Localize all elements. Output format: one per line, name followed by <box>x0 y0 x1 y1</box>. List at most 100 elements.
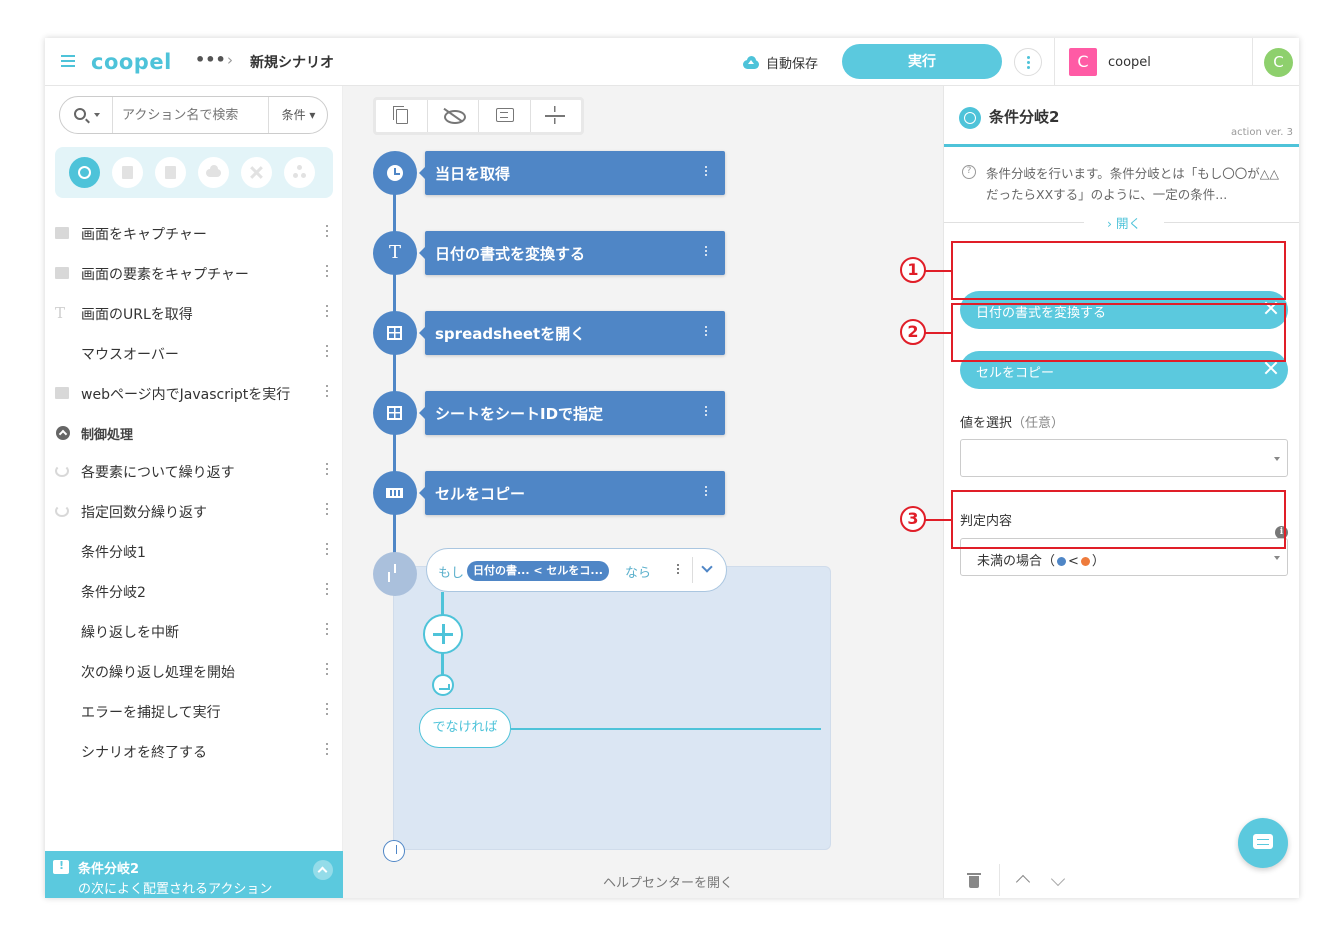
split-icon[interactable] <box>531 100 582 132</box>
tools-icon[interactable] <box>241 157 272 188</box>
list-item[interactable]: T 画面のURLを取得 <box>45 293 343 333</box>
excel-icon[interactable] <box>112 157 143 188</box>
more-icon[interactable] <box>326 543 329 557</box>
app-window: coopel ••• › 新規シナリオ 自動保存 実行 C coopel C 条… <box>45 38 1299 898</box>
action-label: 画面のURLを取得 <box>81 307 193 323</box>
more-icon[interactable] <box>326 305 329 319</box>
flow-node[interactable]: 当日を取得 <box>373 151 725 195</box>
list-item[interactable]: 次の繰り返し処理を開始 <box>45 651 343 691</box>
org-avatar[interactable]: C <box>1069 48 1097 76</box>
action-label: マウスオーバー <box>81 347 179 363</box>
trash-icon[interactable] <box>967 873 981 888</box>
flow-node[interactable]: spreadsheetを開く <box>373 311 725 355</box>
expand-description-link[interactable]: › 開く <box>1084 213 1164 232</box>
globe-icon <box>959 107 981 129</box>
flow-node[interactable]: セルをコピー <box>373 471 725 515</box>
more-icon[interactable] <box>326 583 329 597</box>
list-item[interactable]: シナリオを終了する <box>45 731 343 771</box>
globe-icon[interactable] <box>69 157 100 188</box>
list-item[interactable]: 条件分岐1 <box>45 531 343 571</box>
section-toggle-control[interactable]: 制御処理 <box>45 413 343 451</box>
node-box[interactable]: spreadsheetを開く <box>419 311 725 355</box>
cloud-icon[interactable] <box>198 157 229 188</box>
document-icon[interactable] <box>155 157 186 188</box>
spreadsheet-icon <box>387 326 402 340</box>
caret-down-icon <box>1274 457 1280 461</box>
search-input[interactable] <box>112 97 267 133</box>
breadcrumb-more-button[interactable]: ••• <box>195 50 226 69</box>
list-item[interactable]: 各要素について繰り返す <box>45 451 343 491</box>
menu-icon[interactable] <box>61 55 75 67</box>
run-button[interactable]: 実行 <box>842 44 1002 79</box>
node-box[interactable]: 日付の書式を変換する <box>419 231 725 275</box>
node-box[interactable]: シートをシートIDで指定 <box>419 391 725 435</box>
copy-icon[interactable] <box>376 100 428 132</box>
node-more-icon[interactable] <box>705 326 708 338</box>
list-item[interactable]: 条件分岐2 <box>45 571 343 611</box>
breadcrumb-chevron-icon: › <box>227 51 233 69</box>
comment-icon[interactable] <box>479 100 531 132</box>
node-box[interactable]: 当日を取得 <box>419 151 725 195</box>
node-more-icon[interactable] <box>705 166 708 178</box>
list-item[interactable]: 繰り返しを中断 <box>45 611 343 651</box>
list-item[interactable]: エラーを捕捉して実行 <box>45 691 343 731</box>
chat-button[interactable] <box>1238 818 1288 868</box>
list-item[interactable]: 指定回数分繰り返す <box>45 491 343 531</box>
more-icon[interactable] <box>326 743 329 757</box>
hide-icon[interactable] <box>428 100 479 132</box>
flow-node[interactable]: シートをシートIDで指定 <box>373 391 725 435</box>
more-icon[interactable] <box>326 623 329 637</box>
node-more-icon[interactable] <box>677 564 680 576</box>
value-select[interactable] <box>960 439 1288 477</box>
more-icon[interactable] <box>326 503 329 517</box>
chevron-up-icon[interactable] <box>313 860 333 880</box>
suggestion-bar[interactable]: 条件分岐2 の次によく配置されるアクション <box>45 851 343 898</box>
page-title[interactable]: 新規シナリオ <box>250 52 334 72</box>
search-filter-select[interactable]: 条件 ▾ <box>268 97 328 133</box>
annotation-box-1 <box>951 241 1286 300</box>
list-item[interactable]: webページ内でJavascriptを実行 <box>45 373 343 413</box>
caret-down-icon[interactable] <box>94 113 100 117</box>
node-more-icon[interactable] <box>705 486 708 498</box>
more-icon[interactable] <box>326 265 329 279</box>
arrow-down-icon[interactable] <box>1050 871 1066 887</box>
judge-select-value: 未満の場合（ < ） <box>977 550 1105 569</box>
more-icon[interactable] <box>326 703 329 717</box>
node-box[interactable]: セルをコピー <box>419 471 725 515</box>
search-icon[interactable] <box>74 108 86 120</box>
script-icon <box>55 387 69 399</box>
more-options-button[interactable] <box>1014 48 1042 76</box>
annotation-line <box>925 519 951 521</box>
return-icon <box>432 674 454 696</box>
help-center-link[interactable]: ヘルプセンターを開く <box>603 872 733 891</box>
loop-icon <box>55 465 69 477</box>
node-more-icon[interactable] <box>705 406 708 418</box>
autosave-toggle[interactable]: 自動保存 <box>741 53 818 72</box>
network-icon[interactable] <box>284 157 315 188</box>
arrow-up-icon[interactable] <box>1015 874 1031 890</box>
else-connector <box>511 728 821 730</box>
org-name[interactable]: coopel <box>1108 55 1151 70</box>
list-item[interactable]: 画面をキャプチャー <box>45 213 343 253</box>
action-version: action ver. 3 <box>1231 127 1293 138</box>
list-item[interactable]: マウスオーバー <box>45 333 343 373</box>
close-icon[interactable] <box>1263 360 1279 376</box>
chevron-down-icon[interactable] <box>701 561 713 573</box>
logo[interactable]: coopel <box>91 50 172 74</box>
add-action-button[interactable] <box>423 614 463 654</box>
alert-icon <box>53 859 69 874</box>
user-avatar[interactable]: C <box>1264 48 1293 77</box>
more-icon[interactable] <box>326 345 329 359</box>
more-icon[interactable] <box>326 663 329 677</box>
section-label: 制御処理 <box>81 428 134 443</box>
value-select-label: 値を選択（任意） <box>960 412 1064 431</box>
more-icon[interactable] <box>326 225 329 239</box>
else-branch[interactable]: でなければ <box>419 708 511 748</box>
condition-node[interactable]: もし 日付の書... < セルをコ... なら <box>426 548 727 592</box>
more-icon[interactable] <box>326 463 329 477</box>
node-more-icon[interactable] <box>705 246 708 258</box>
node-label: シートをシートIDで指定 <box>435 405 604 423</box>
flow-node[interactable]: T 日付の書式を変換する <box>373 231 725 275</box>
more-icon[interactable] <box>326 385 329 399</box>
list-item[interactable]: 画面の要素をキャプチャー <box>45 253 343 293</box>
